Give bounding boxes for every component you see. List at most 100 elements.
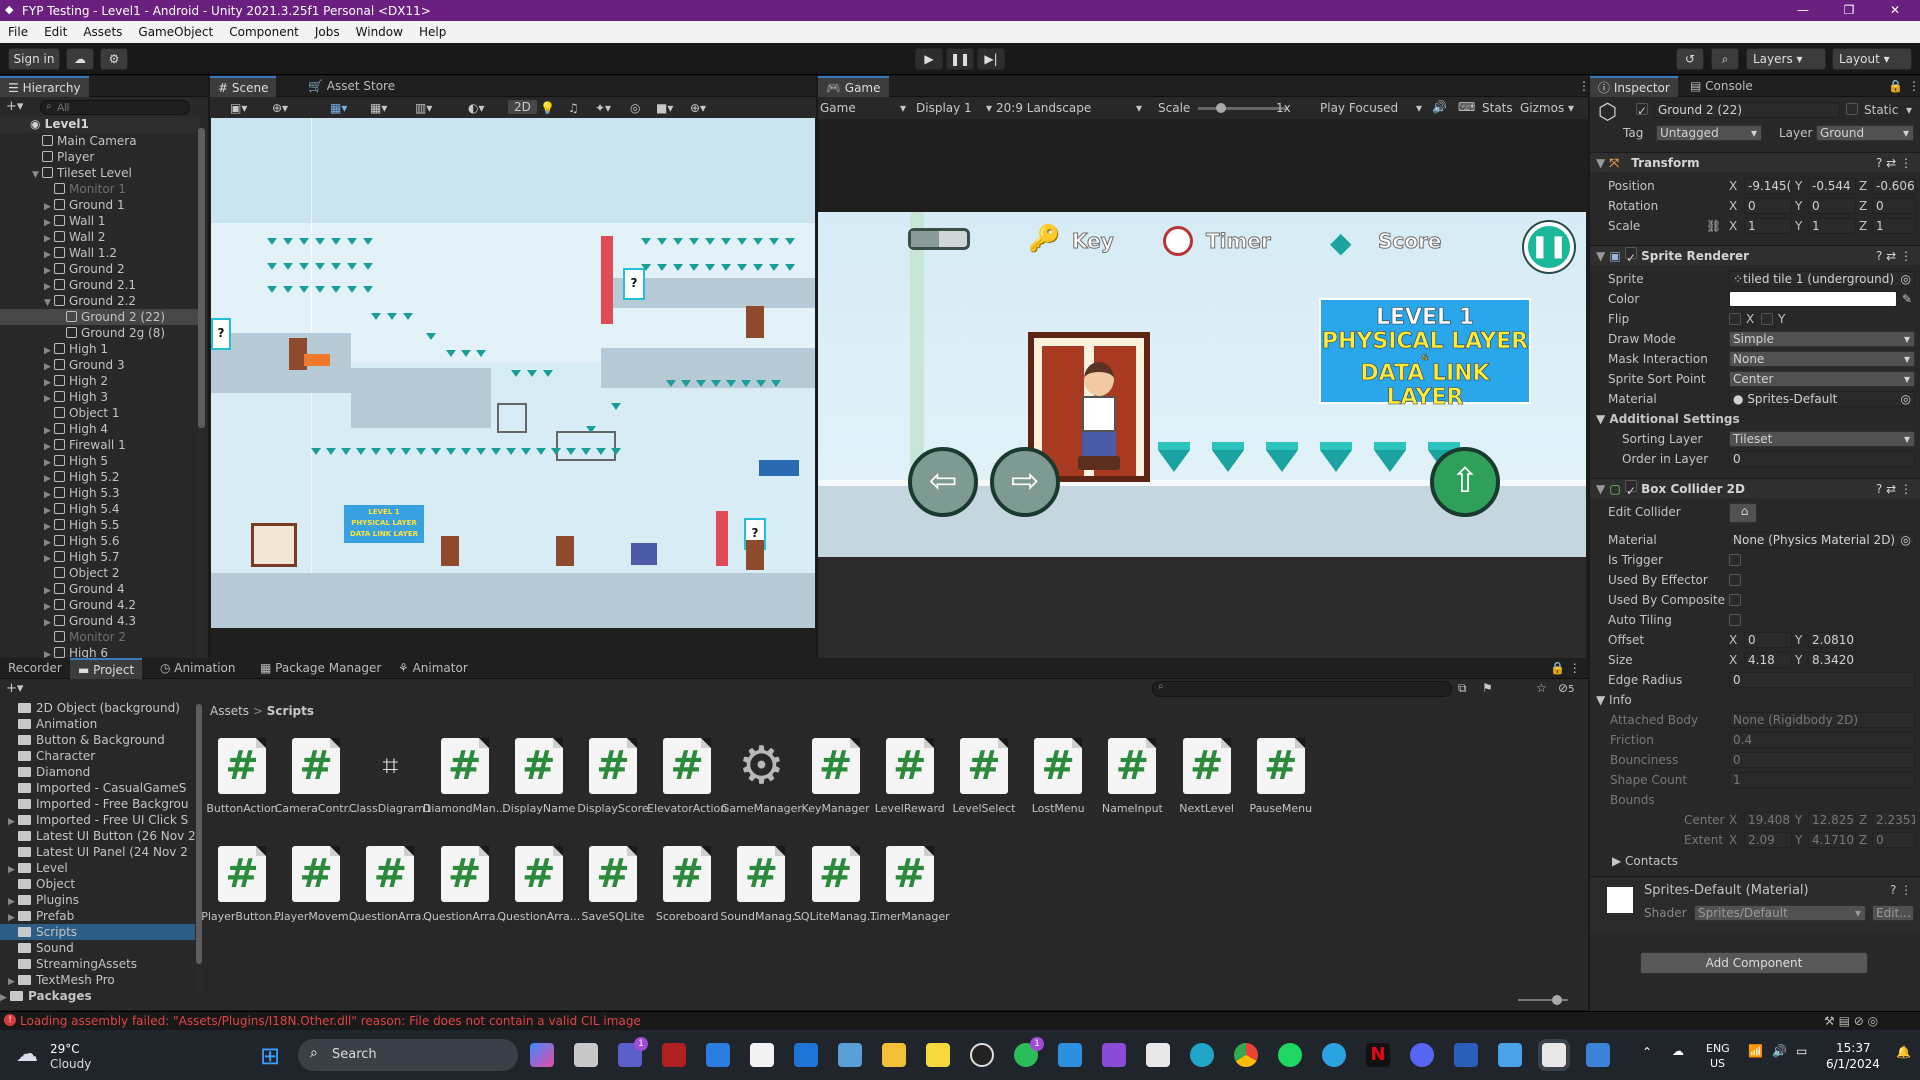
- hierarchy-item[interactable]: ▶ High 5: [0, 453, 200, 469]
- project-folder-item[interactable]: Imported - CasualGameS: [0, 780, 195, 796]
- pause-button[interactable]: ❚❚: [946, 48, 974, 70]
- hierarchy-item[interactable]: ▶ High 2: [0, 373, 200, 389]
- asset-item[interactable]: ⌗ ClassDiagram1: [348, 738, 432, 815]
- static-dropdown-icon[interactable]: ▾: [1906, 103, 1912, 117]
- sprite-field[interactable]: ⁘tiled tile 1 (underground) ◎: [1729, 271, 1915, 287]
- media-player-icon[interactable]: [970, 1043, 994, 1067]
- game-app-icon[interactable]: [662, 1043, 686, 1067]
- chrome-icon[interactable]: [1234, 1043, 1258, 1067]
- physics-material-field[interactable]: None (Physics Material 2D) ◎: [1729, 532, 1915, 548]
- history-icon[interactable]: ↺: [1676, 48, 1704, 70]
- asset-item[interactable]: # Scoreboard: [645, 846, 729, 923]
- status-icons[interactable]: ⚒ ▤ ⊘ ◎: [1824, 1014, 1878, 1028]
- weather-temp[interactable]: 29°C: [50, 1042, 80, 1056]
- tab-animator[interactable]: ⚘ Animator: [390, 658, 476, 679]
- lock-icon[interactable]: 🔒: [1888, 79, 1903, 93]
- telegram-icon[interactable]: [1322, 1043, 1346, 1067]
- size-x-field[interactable]: 4.18: [1744, 652, 1792, 668]
- hierarchy-item[interactable]: ▶ Firewall 1: [0, 437, 200, 453]
- asset-item[interactable]: # DisplayName: [497, 738, 581, 815]
- sprite-sort-point-dropdown[interactable]: Center ▾: [1729, 371, 1915, 387]
- box-collider-header[interactable]: ▼ ▢ ✓ Box Collider 2D? ⇄ ⋮: [1590, 478, 1920, 498]
- object-picker-icon[interactable]: ◎: [1901, 392, 1911, 406]
- gizmos-dropdown[interactable]: Gizmos ▾: [1520, 101, 1574, 115]
- offset-y-field[interactable]: 2.0810: [1808, 632, 1856, 648]
- project-folder-item[interactable]: ▶ Imported - Free UI Click S: [0, 812, 195, 828]
- pause-game-button[interactable]: ❚❚: [1524, 222, 1574, 272]
- start-button[interactable]: ⊞: [260, 1042, 280, 1070]
- move-right-button[interactable]: ⇨: [990, 447, 1060, 517]
- project-folder-item[interactable]: Diamond: [0, 764, 195, 780]
- search-by-type-icon[interactable]: ⧉: [1458, 681, 1467, 696]
- component-menu-icon[interactable]: ? ⇄ ⋮: [1876, 153, 1912, 173]
- hierarchy-item[interactable]: Monitor 1: [0, 181, 200, 197]
- minimize-button[interactable]: —: [1780, 0, 1826, 21]
- additional-settings-foldout[interactable]: ▼ Additional Settings: [1596, 412, 1740, 426]
- audio-mute-icon[interactable]: 🔊: [1432, 100, 1447, 114]
- favorite-icon[interactable]: ☆: [1536, 681, 1547, 695]
- battery-icon[interactable]: ▭: [1796, 1044, 1807, 1058]
- add-object-button[interactable]: +▾: [6, 99, 23, 114]
- step-button[interactable]: ▶|: [977, 48, 1005, 70]
- order-in-layer-field[interactable]: 0: [1729, 451, 1915, 467]
- position-x-field[interactable]: -9.145(: [1744, 178, 1792, 194]
- layout-dropdown[interactable]: Layout ▾: [1832, 48, 1912, 70]
- add-component-button[interactable]: Add Component: [1640, 952, 1868, 974]
- audio-icon[interactable]: ♫: [568, 101, 579, 115]
- project-folder-item[interactable]: Animation: [0, 716, 195, 732]
- menu-assets[interactable]: Assets: [75, 25, 130, 39]
- display-dropdown[interactable]: Display 1 ▾: [916, 101, 994, 115]
- project-folder-item[interactable]: ▶ Level: [0, 860, 195, 876]
- copilot-icon[interactable]: [530, 1043, 554, 1067]
- foldout-arrow-icon[interactable]: ▶: [0, 990, 10, 1006]
- hierarchy-item[interactable]: Player: [0, 149, 200, 165]
- hierarchy-item[interactable]: ▶ Wall 1: [0, 213, 200, 229]
- maximize-button[interactable]: ❐: [1826, 0, 1872, 21]
- asset-item[interactable]: # DiamondMan...: [423, 738, 507, 815]
- edge-radius-field[interactable]: 0: [1729, 672, 1915, 688]
- project-folder-item[interactable]: Latest UI Panel (24 Nov 2: [0, 844, 195, 860]
- hierarchy-item[interactable]: ▶ Ground 1: [0, 197, 200, 213]
- menu-jobs[interactable]: Jobs: [307, 25, 348, 39]
- hierarchy-item[interactable]: Object 1: [0, 405, 200, 421]
- photos-icon[interactable]: [838, 1043, 862, 1067]
- region-label[interactable]: US: [1710, 1057, 1725, 1070]
- used-by-effector-checkbox[interactable]: [1729, 574, 1741, 586]
- game-view-dropdown[interactable]: Game ▾: [820, 101, 906, 115]
- offset-x-field[interactable]: 0: [1744, 632, 1792, 648]
- hierarchy-item[interactable]: Object 2: [0, 565, 200, 581]
- hierarchy-item[interactable]: ▶ Ground 4: [0, 581, 200, 597]
- icon-size-slider[interactable]: [1518, 995, 1568, 1005]
- snap-icon[interactable]: ▥▾: [415, 101, 432, 115]
- tab-console[interactable]: ▤ Console: [1682, 76, 1761, 97]
- edge-icon[interactable]: [1190, 1043, 1214, 1067]
- mail-icon[interactable]: [794, 1043, 818, 1067]
- eyedropper-icon[interactable]: ✎: [1902, 292, 1912, 306]
- project-search-input[interactable]: [1152, 681, 1452, 697]
- position-y-field[interactable]: -0.544: [1808, 178, 1856, 194]
- gizmos-icon[interactable]: ⊕▾: [690, 101, 706, 115]
- tab-project[interactable]: ▬ Project: [70, 658, 143, 679]
- hierarchy-item[interactable]: Ground 2g (8): [0, 325, 200, 341]
- effects-icon[interactable]: ✦▾: [595, 101, 611, 115]
- asset-item[interactable]: # QuestionArra...: [423, 846, 507, 923]
- volume-icon[interactable]: 🔊: [1772, 1044, 1787, 1058]
- hidden-packages-icon[interactable]: ⊘5: [1558, 681, 1574, 695]
- tag-dropdown[interactable]: Untagged ▾: [1656, 125, 1762, 141]
- tab-asset-store[interactable]: 🛒 Asset Store: [300, 76, 403, 97]
- aspect-dropdown[interactable]: 20:9 Landscape ▾: [996, 101, 1146, 115]
- asset-item[interactable]: # LevelSelect: [942, 738, 1026, 815]
- show-hidden-icons[interactable]: ⌃: [1642, 1045, 1652, 1059]
- transform-header[interactable]: ▼ ⤧ Transform? ⇄ ⋮: [1590, 152, 1920, 172]
- asset-item[interactable]: # SQLiteManag...: [794, 846, 878, 923]
- search-icon[interactable]: ⌕: [1711, 48, 1739, 70]
- menu-window[interactable]: Window: [348, 25, 411, 39]
- component-menu-icon[interactable]: ? ⇄ ⋮: [1876, 479, 1912, 499]
- info-foldout[interactable]: ▼ Info: [1596, 693, 1632, 707]
- scale-slider[interactable]: [1198, 103, 1288, 113]
- jump-button[interactable]: ⇧: [1430, 447, 1500, 517]
- file-explorer-task-view-icon[interactable]: [574, 1043, 598, 1067]
- asset-item[interactable]: # PlayerButton...: [200, 846, 284, 923]
- keyboard-icon[interactable]: ⌨: [1458, 100, 1475, 114]
- scene-view-tool-icon[interactable]: ▣▾: [230, 101, 247, 115]
